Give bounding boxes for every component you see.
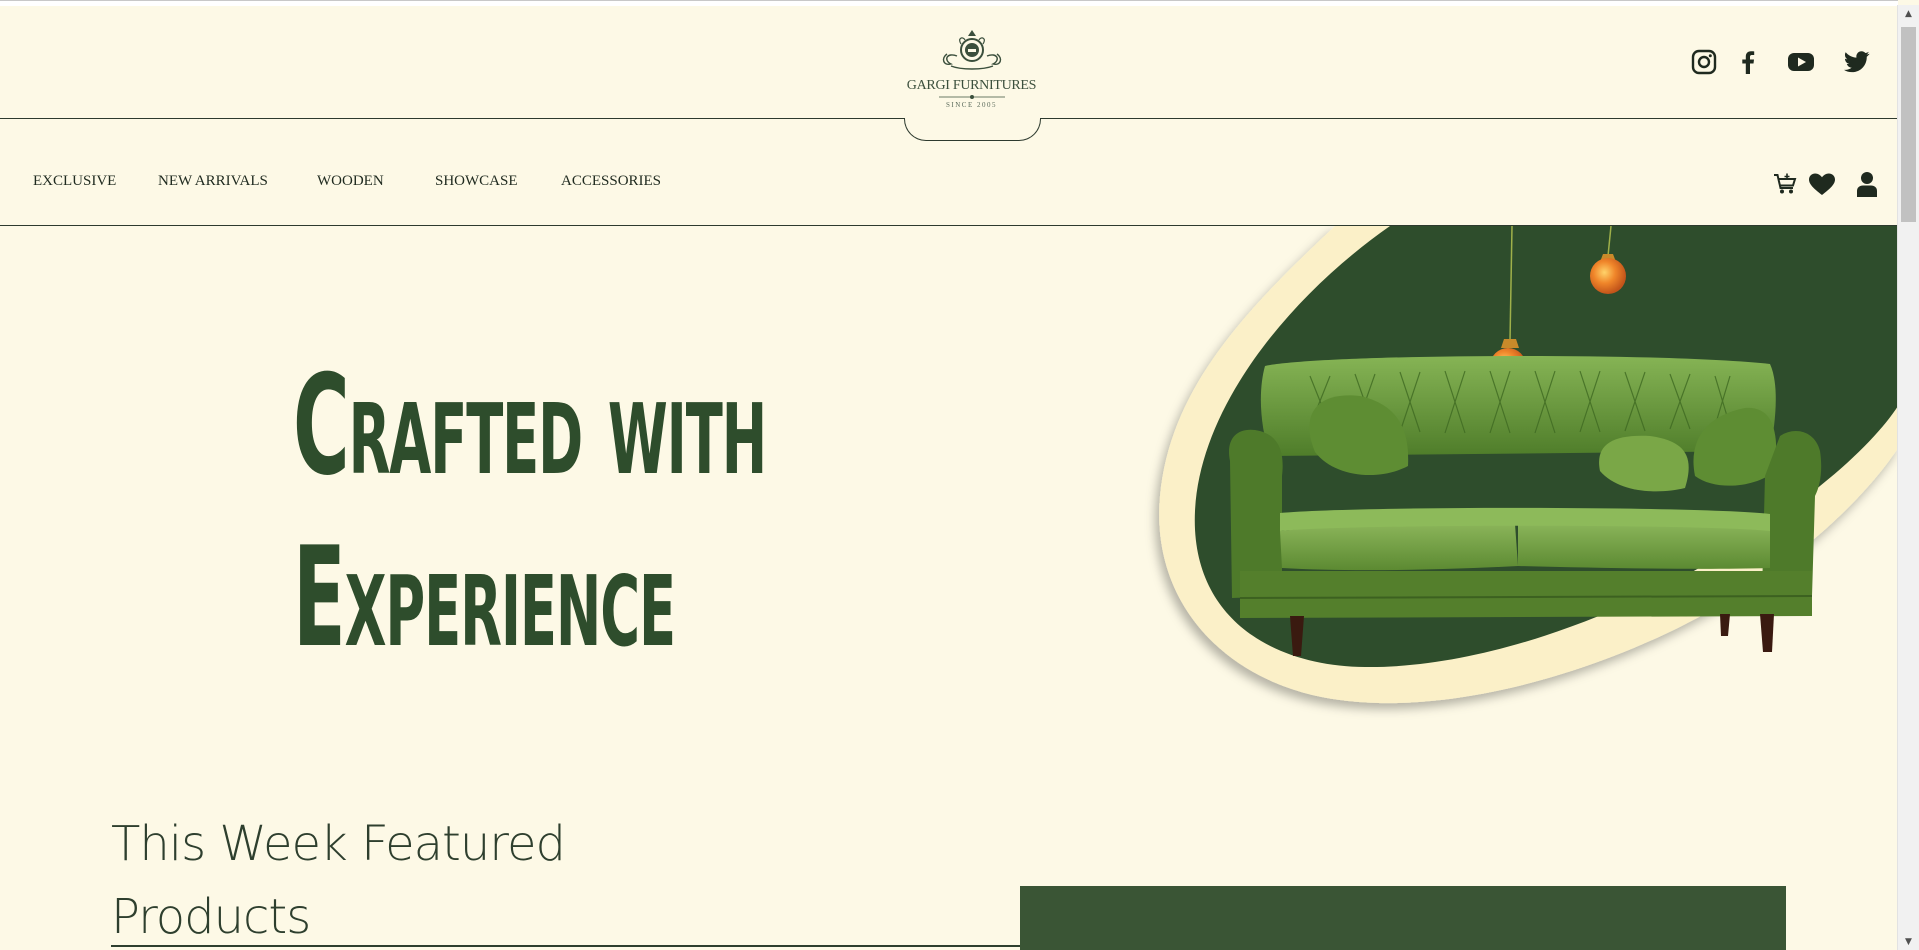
logo-divider-icon — [938, 95, 1005, 99]
scrollbar-thumb[interactable] — [1901, 27, 1916, 222]
nav-item-exclusive[interactable]: EXCLUSIVE — [33, 173, 116, 193]
page-scrollbar[interactable]: ▲ ▼ — [1897, 5, 1919, 950]
brand-name: GARGI FURNITURES — [906, 78, 1037, 93]
browser-top-edge — [0, 0, 1898, 6]
hero-heading: Crafted with Experience — [293, 340, 767, 684]
brand-tagline: SINCE 2005 — [946, 101, 997, 109]
crown-emblem-icon — [942, 30, 1001, 70]
nav-item-wooden[interactable]: WOODEN — [317, 173, 384, 193]
user-icon[interactable] — [1853, 170, 1881, 198]
featured-product-card[interactable] — [1020, 886, 1786, 950]
page: GARGI FURNITURES SINCE 2005 EXCLUSIVE NE… — [0, 0, 1919, 950]
hero-line-1: Crafted with — [293, 345, 767, 506]
nav-item-accessories[interactable]: ACCESSORIES — [561, 173, 661, 193]
twitter-icon[interactable] — [1843, 48, 1871, 76]
scroll-up-arrow-icon[interactable]: ▲ — [1898, 5, 1919, 22]
featured-underline — [111, 945, 1021, 947]
logo-tab — [904, 118, 1041, 141]
heart-icon[interactable] — [1808, 170, 1836, 198]
featured-heading: This Week Featured Products — [111, 816, 566, 945]
hero-line-2: Experience — [293, 517, 676, 678]
brand-logo[interactable]: GARGI FURNITURES SINCE 2005 — [900, 26, 1043, 121]
nav-item-new-arrivals[interactable]: NEW ARRIVALS — [158, 173, 268, 193]
facebook-icon[interactable] — [1734, 48, 1762, 76]
instagram-icon[interactable] — [1690, 48, 1718, 76]
nav-item-showcase[interactable]: SHOWCASE — [435, 173, 518, 193]
youtube-icon[interactable] — [1786, 48, 1816, 76]
cart-icon[interactable] — [1771, 170, 1799, 198]
hero-sofa-illustration — [1140, 225, 1898, 786]
scroll-down-arrow-icon[interactable]: ▼ — [1898, 933, 1919, 950]
